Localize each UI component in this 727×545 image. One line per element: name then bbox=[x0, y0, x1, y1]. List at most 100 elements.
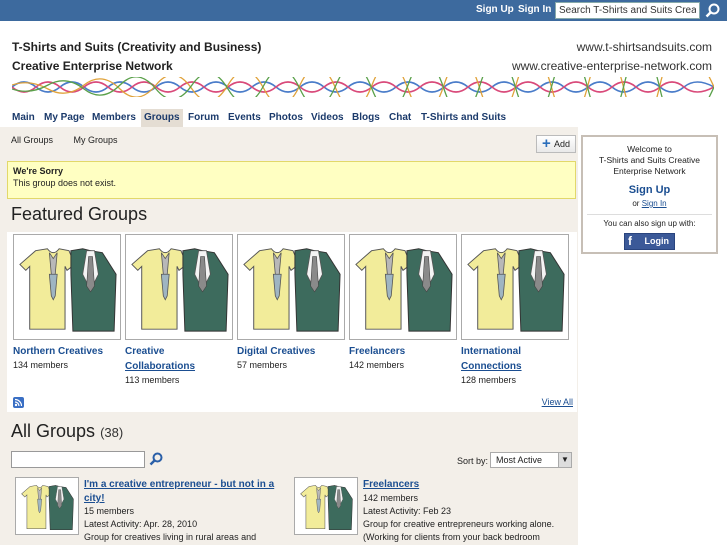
site-title[interactable]: T-Shirts and Suits (Creativity and Busin… bbox=[12, 40, 261, 54]
tshirt-suit-image bbox=[131, 248, 229, 332]
tshirt-suit-image bbox=[21, 485, 74, 531]
welcome-line: Enterprise Network bbox=[613, 166, 686, 176]
sidebar-or-sign-in: or Sign In bbox=[583, 199, 716, 208]
featured-group-name[interactable]: Digital Creatives bbox=[237, 344, 345, 359]
add-button-label: Add bbox=[553, 139, 570, 149]
featured-group-name[interactable]: Freelancers bbox=[349, 344, 457, 359]
tshirt-suit-image bbox=[355, 248, 453, 332]
group-members: 15 members bbox=[84, 506, 135, 516]
featured-group-member-count: 134 members bbox=[13, 360, 69, 370]
main-navigation: Main My Page Members Groups Forum Events… bbox=[0, 109, 727, 127]
group-name-line[interactable]: Digital Creatives bbox=[237, 344, 345, 359]
featured-group-card[interactable]: Creative Collaborations 113 members bbox=[125, 234, 233, 387]
topbar-sign-up-link[interactable]: Sign Up bbox=[476, 4, 514, 15]
chevron-down-icon: ▼ bbox=[558, 453, 571, 467]
featured-group-card[interactable]: Northern Creatives 134 members bbox=[13, 234, 121, 372]
nav-tab-t-shirts-and-suits[interactable]: T-Shirts and Suits bbox=[418, 109, 509, 127]
featured-groups-panel: Northern Creatives 134 members Creative Col… bbox=[7, 232, 577, 412]
groups-content: All Groups My Groups + Add We're Sorry T… bbox=[0, 127, 578, 545]
nav-tab-blogs[interactable]: Blogs bbox=[349, 109, 383, 127]
group-activity: Latest Activity: Feb 23 bbox=[363, 506, 452, 516]
group-name-line[interactable]: Creative bbox=[125, 344, 233, 359]
featured-group-name[interactable]: Northern Creatives bbox=[13, 344, 121, 359]
nav-tab-forum[interactable]: Forum bbox=[185, 109, 222, 127]
featured-group-card[interactable]: Digital Creatives 57 members bbox=[237, 234, 345, 372]
nav-tab-photos[interactable]: Photos bbox=[266, 109, 306, 127]
welcome-line: Welcome to bbox=[627, 144, 672, 154]
notice-title: We're Sorry bbox=[13, 166, 63, 176]
group-thumbnail[interactable] bbox=[294, 477, 358, 535]
facebook-login-button[interactable]: f Login bbox=[624, 233, 675, 250]
group-thumbnail[interactable] bbox=[461, 234, 569, 340]
group-thumbnail[interactable] bbox=[15, 477, 79, 535]
group-name-link[interactable]: city! bbox=[84, 491, 105, 506]
view-all-featured-link[interactable]: View All bbox=[542, 397, 573, 407]
site-url-1: www.t-shirtsandsuits.com bbox=[576, 40, 712, 54]
nav-tab-members[interactable]: Members bbox=[89, 109, 139, 127]
group-name-link[interactable]: Freelancers bbox=[363, 477, 563, 492]
nav-tab-events[interactable]: Events bbox=[225, 109, 264, 127]
featured-group-card[interactable]: Freelancers 142 members bbox=[349, 234, 457, 372]
group-name-line[interactable]: Freelancers bbox=[349, 344, 457, 359]
groups-search-input[interactable] bbox=[11, 451, 145, 468]
group-desc2: (Working for clients from your back bedr… bbox=[363, 532, 540, 542]
tshirt-suit-image bbox=[19, 248, 117, 332]
welcome-line: T-Shirts and Suits Creative bbox=[598, 155, 701, 165]
tshirt-suit-image bbox=[300, 485, 353, 531]
nav-tab-main[interactable]: Main bbox=[9, 109, 38, 127]
group-thumbnail[interactable] bbox=[349, 234, 457, 340]
sidebar-sign-up-link[interactable]: Sign Up bbox=[583, 184, 716, 196]
facebook-icon: f bbox=[628, 234, 632, 248]
all-groups-heading: All Groups (38) bbox=[11, 421, 123, 442]
featured-group-member-count: 142 members bbox=[349, 360, 405, 370]
featured-group-card[interactable]: International Connections 128 members bbox=[461, 234, 569, 387]
group-desc: Group for creative entrepreneurs working… bbox=[363, 519, 555, 529]
sort-by-label: Sort by: bbox=[457, 456, 489, 466]
featured-group-member-count: 113 members bbox=[125, 375, 180, 385]
group-name-line[interactable]: Collaborations bbox=[125, 359, 233, 374]
group-thumbnail[interactable] bbox=[125, 234, 233, 340]
featured-group-name[interactable]: International Connections bbox=[461, 344, 569, 374]
add-group-button[interactable]: + Add bbox=[536, 135, 576, 153]
group-name-link[interactable]: I'm a creative entrepreneur - but not in… bbox=[84, 477, 284, 492]
group-members: 142 members bbox=[363, 493, 419, 503]
notice-message: This group does not exist. bbox=[13, 178, 117, 188]
welcome-sidebar: Welcome to T-Shirts and Suits Creative E… bbox=[581, 135, 718, 254]
sidebar-sign-in-link[interactable]: Sign In bbox=[642, 199, 667, 208]
group-activity: Latest Activity: Apr. 28, 2010 bbox=[84, 519, 198, 529]
rss-feed-icon[interactable] bbox=[13, 397, 24, 408]
also-sign-up-text: You can also sign up with: bbox=[603, 219, 696, 228]
group-name-line[interactable]: International bbox=[461, 344, 569, 359]
plus-icon: + bbox=[542, 135, 551, 152]
nav-tab-my-page[interactable]: My Page bbox=[41, 109, 88, 127]
group-name-line[interactable]: Northern Creatives bbox=[13, 344, 121, 359]
nav-tab-videos[interactable]: Videos bbox=[308, 109, 347, 127]
featured-group-member-count: 57 members bbox=[237, 360, 288, 370]
search-icon[interactable] bbox=[148, 451, 164, 467]
groups-subnav: All Groups My Groups bbox=[11, 135, 136, 145]
group-desc: Group for creatives living in rural area… bbox=[84, 532, 257, 542]
sort-by-select[interactable]: Most Active ▼ bbox=[490, 452, 572, 468]
group-thumbnail[interactable] bbox=[237, 234, 345, 340]
subnav-all-groups[interactable]: All Groups bbox=[11, 135, 53, 145]
decorative-wave-banner bbox=[12, 77, 714, 97]
sort-selected-value: Most Active bbox=[496, 455, 543, 465]
site-subtitle: Creative Enterprise Network bbox=[12, 59, 173, 73]
search-icon[interactable] bbox=[704, 2, 722, 19]
featured-groups-heading: Featured Groups bbox=[11, 204, 148, 224]
nav-tab-groups[interactable]: Groups bbox=[141, 109, 183, 127]
facebook-login-label: Login bbox=[644, 236, 670, 246]
welcome-text: Welcome to T-Shirts and Suits Creative E… bbox=[583, 144, 716, 177]
nav-tab-chat[interactable]: Chat bbox=[386, 109, 414, 127]
tshirt-suit-image bbox=[467, 248, 565, 332]
group-name-line[interactable]: Connections bbox=[461, 359, 569, 374]
topbar-sign-in-link[interactable]: Sign In bbox=[518, 4, 551, 15]
featured-group-name[interactable]: Creative Collaborations bbox=[125, 344, 233, 374]
featured-group-member-count: 128 members bbox=[461, 375, 517, 385]
site-header: T-Shirts and Suits (Creativity and Busin… bbox=[0, 21, 727, 109]
subnav-my-groups[interactable]: My Groups bbox=[74, 135, 118, 145]
divider bbox=[587, 214, 712, 215]
group-thumbnail[interactable] bbox=[13, 234, 121, 340]
tshirt-suit-image bbox=[243, 248, 341, 332]
site-search-input[interactable] bbox=[555, 2, 700, 19]
